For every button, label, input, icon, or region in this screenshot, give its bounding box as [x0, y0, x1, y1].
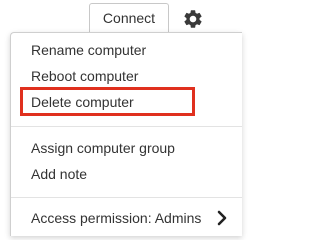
menu-item-label: Assign computer group — [31, 140, 175, 156]
connect-button[interactable]: Connect — [89, 3, 169, 33]
menu-item-label: Reboot computer — [31, 68, 139, 84]
menu-item-reboot-computer[interactable]: Reboot computer — [11, 64, 242, 88]
menu-item-label: Access permission: Admins — [31, 210, 202, 226]
menu-item-label: Rename computer — [31, 42, 147, 58]
menu-divider — [11, 126, 242, 127]
menu-item-access-permission[interactable]: Access permission: Admins — [11, 206, 242, 230]
menu-divider — [11, 197, 242, 198]
menu-item-label: Delete computer — [31, 94, 134, 110]
chevron-right-icon — [217, 210, 227, 226]
gear-icon[interactable] — [182, 8, 204, 30]
menu-item-label: Add note — [31, 166, 88, 182]
menu-item-assign-computer-group[interactable]: Assign computer group — [11, 136, 242, 160]
menu-item-add-note[interactable]: Add note — [11, 162, 242, 186]
menu-item-delete-computer[interactable]: Delete computer — [11, 87, 242, 116]
page: Connect Rename computer Reboot computer … — [0, 0, 242, 236]
menu-item-rename-computer[interactable]: Rename computer — [11, 38, 242, 62]
computer-actions-menu: Rename computer Reboot computer Delete c… — [10, 32, 242, 236]
